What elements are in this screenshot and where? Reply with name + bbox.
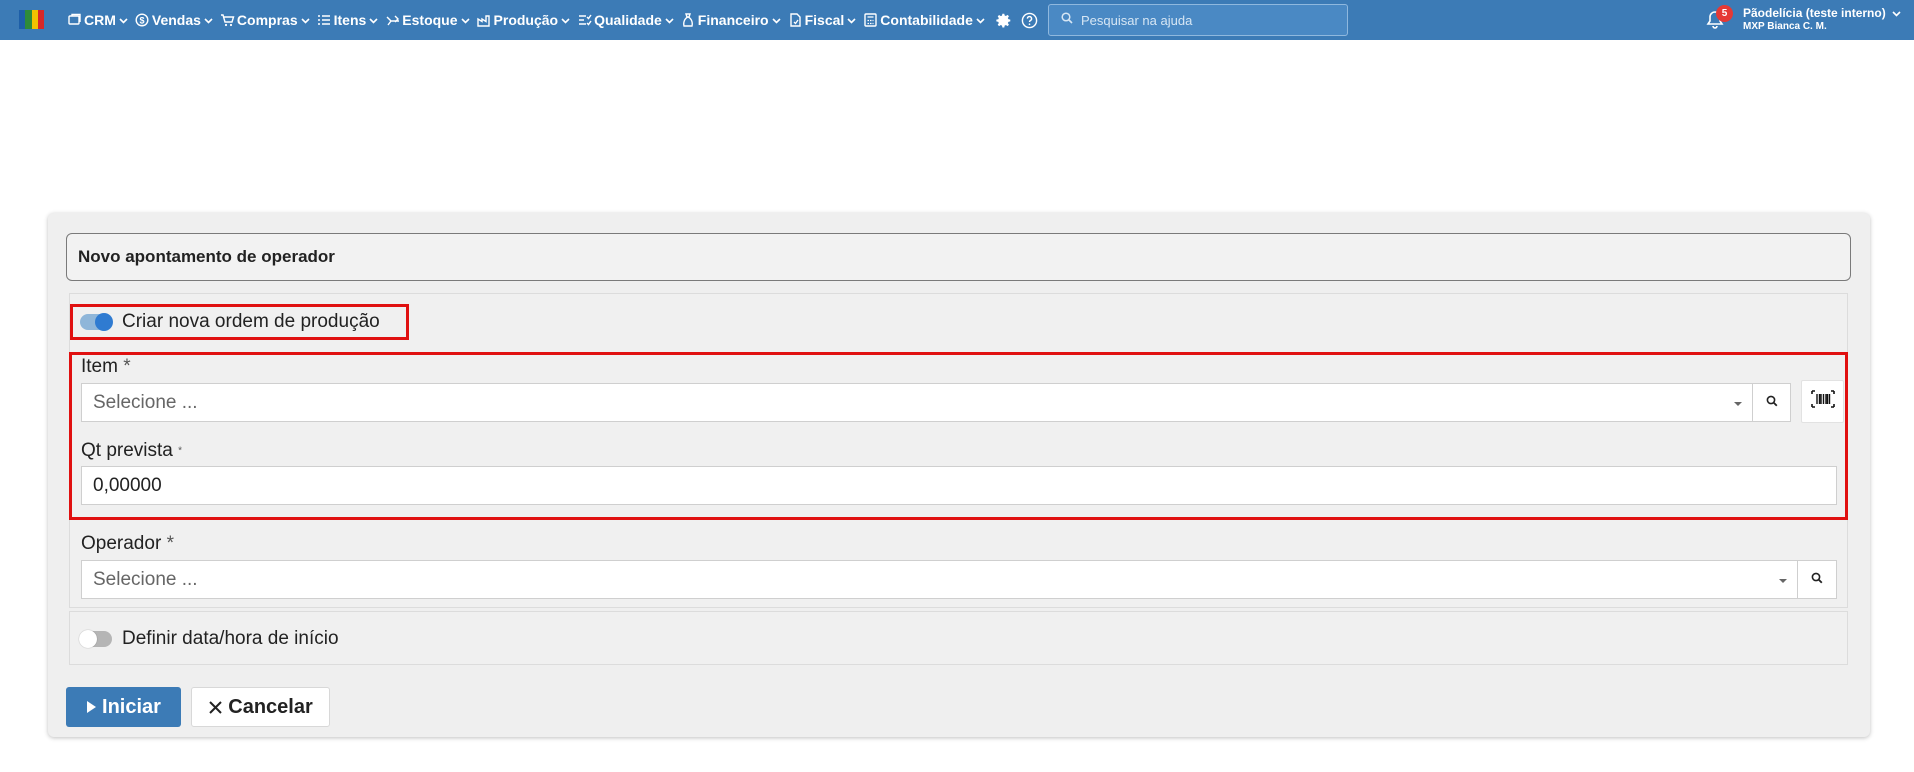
item-select[interactable]: Selecione ... xyxy=(81,383,1753,422)
nav-vendas[interactable]: $ Vendas xyxy=(134,0,219,40)
start-time-label: Definir data/hora de início xyxy=(122,628,339,649)
qty-label: Qt prevista * xyxy=(81,440,182,462)
caret-down-icon xyxy=(1734,402,1742,406)
nav-itens[interactable]: Itens xyxy=(316,0,385,40)
operator-label-text: Operador xyxy=(81,533,162,554)
chevron-down-icon xyxy=(1891,8,1902,19)
search-icon xyxy=(1811,571,1823,589)
nav-contabilidade[interactable]: Contabilidade xyxy=(862,0,991,40)
svg-text:$: $ xyxy=(140,15,145,25)
fiscal-icon xyxy=(788,13,803,28)
user-menu[interactable]: Pãodelícia (teste interno) MXP Bianca C.… xyxy=(1743,6,1902,32)
finance-icon xyxy=(681,13,696,28)
nav-qualidade[interactable]: Qualidade xyxy=(576,0,680,40)
nav-compras-label: Compras xyxy=(236,12,298,28)
calculator-icon xyxy=(863,13,878,28)
user-company: MXP Bianca C. M. xyxy=(1743,21,1827,32)
nav-vendas-label: Vendas xyxy=(151,12,201,28)
search-icon xyxy=(1766,394,1778,412)
nav-estoque[interactable]: Estoque xyxy=(384,0,475,40)
nav-fiscal-label: Fiscal xyxy=(804,12,845,28)
chevron-down-icon xyxy=(118,15,129,26)
help-icon[interactable] xyxy=(1021,11,1039,29)
qty-input[interactable]: 0,00000 xyxy=(81,466,1837,505)
nav-itens-label: Itens xyxy=(333,12,367,28)
card-title: Novo apontamento de operador xyxy=(66,233,1851,281)
start-time-toggle-row[interactable]: Definir data/hora de início xyxy=(79,626,339,652)
nav-crm-label: CRM xyxy=(84,12,116,28)
qty-value: 0,00000 xyxy=(93,474,162,496)
order-panel: Criar nova ordem de produção Item * Sele… xyxy=(69,293,1848,608)
nav-crm[interactable]: CRM xyxy=(66,0,134,40)
chevron-down-icon xyxy=(846,15,857,26)
chevron-down-icon xyxy=(560,15,571,26)
item-label-text: Item xyxy=(81,356,118,377)
nav-fiscal[interactable]: Fiscal xyxy=(787,0,863,40)
barcode-icon xyxy=(1810,390,1835,413)
create-order-toggle-row[interactable]: Criar nova ordem de produção xyxy=(80,309,380,335)
crm-icon xyxy=(67,13,82,28)
app-logo[interactable] xyxy=(19,10,44,29)
chevron-down-icon xyxy=(975,15,986,26)
operator-select-placeholder: Selecione ... xyxy=(93,568,198,590)
chevron-down-icon xyxy=(300,15,311,26)
operator-entry-card: Novo apontamento de operador Criar nova … xyxy=(48,213,1870,737)
factory-icon xyxy=(476,13,492,28)
start-button-label: Iniciar xyxy=(102,695,161,718)
stock-icon xyxy=(385,13,400,28)
required-mark: * xyxy=(178,445,183,457)
chevron-down-icon xyxy=(664,15,675,26)
required-mark: * xyxy=(166,533,174,554)
user-name-row: Pãodelícia (teste interno) xyxy=(1743,6,1902,20)
chevron-down-icon xyxy=(771,15,782,26)
item-search-button[interactable] xyxy=(1752,383,1791,422)
nav-producao-label: Produção xyxy=(493,12,559,28)
cancel-button[interactable]: Cancelar xyxy=(191,687,330,727)
tag-icon xyxy=(317,13,332,28)
main-menu: CRM $ Vendas Compras Itens Estoque Produ… xyxy=(66,0,1069,40)
operator-search-button[interactable] xyxy=(1797,560,1837,599)
cart-icon xyxy=(220,13,235,28)
nav-financeiro[interactable]: Financeiro xyxy=(680,0,787,40)
cancel-button-label: Cancelar xyxy=(228,695,313,718)
close-icon xyxy=(208,700,223,715)
gear-icon[interactable] xyxy=(995,11,1013,29)
barcode-button[interactable] xyxy=(1801,380,1844,423)
required-mark: * xyxy=(123,356,131,377)
chevron-down-icon xyxy=(203,15,214,26)
operator-label: Operador * xyxy=(81,533,174,555)
start-time-panel: Definir data/hora de início xyxy=(69,611,1848,665)
nav-producao[interactable]: Produção xyxy=(476,0,577,40)
operator-select[interactable]: Selecione ... xyxy=(81,560,1798,599)
search-icon xyxy=(1061,11,1073,29)
nav-estoque-label: Estoque xyxy=(402,12,458,28)
create-order-label: Criar nova ordem de produção xyxy=(122,311,380,332)
start-button[interactable]: Iniciar xyxy=(66,687,181,727)
nav-compras[interactable]: Compras xyxy=(219,0,316,40)
play-icon xyxy=(86,700,97,714)
chevron-down-icon xyxy=(460,15,471,26)
item-label: Item * xyxy=(81,356,131,378)
dollar-icon: $ xyxy=(135,13,150,28)
help-search[interactable] xyxy=(1048,4,1348,36)
chevron-down-icon xyxy=(368,15,379,26)
item-select-placeholder: Selecione ... xyxy=(93,391,198,413)
nav-contabilidade-label: Contabilidade xyxy=(880,12,973,28)
top-navbar: CRM $ Vendas Compras Itens Estoque Produ… xyxy=(0,0,1914,40)
user-name: Pãodelícia (teste interno) xyxy=(1743,6,1886,20)
qty-label-text: Qt prevista xyxy=(81,440,173,461)
nav-qualidade-label: Qualidade xyxy=(594,12,662,28)
caret-down-icon xyxy=(1779,579,1787,583)
quality-icon xyxy=(577,13,592,28)
create-order-toggle[interactable] xyxy=(80,313,113,331)
nav-financeiro-label: Financeiro xyxy=(697,12,769,28)
help-search-input[interactable] xyxy=(1081,12,1347,28)
start-time-toggle[interactable] xyxy=(79,630,112,648)
notification-badge: 5 xyxy=(1716,5,1733,22)
